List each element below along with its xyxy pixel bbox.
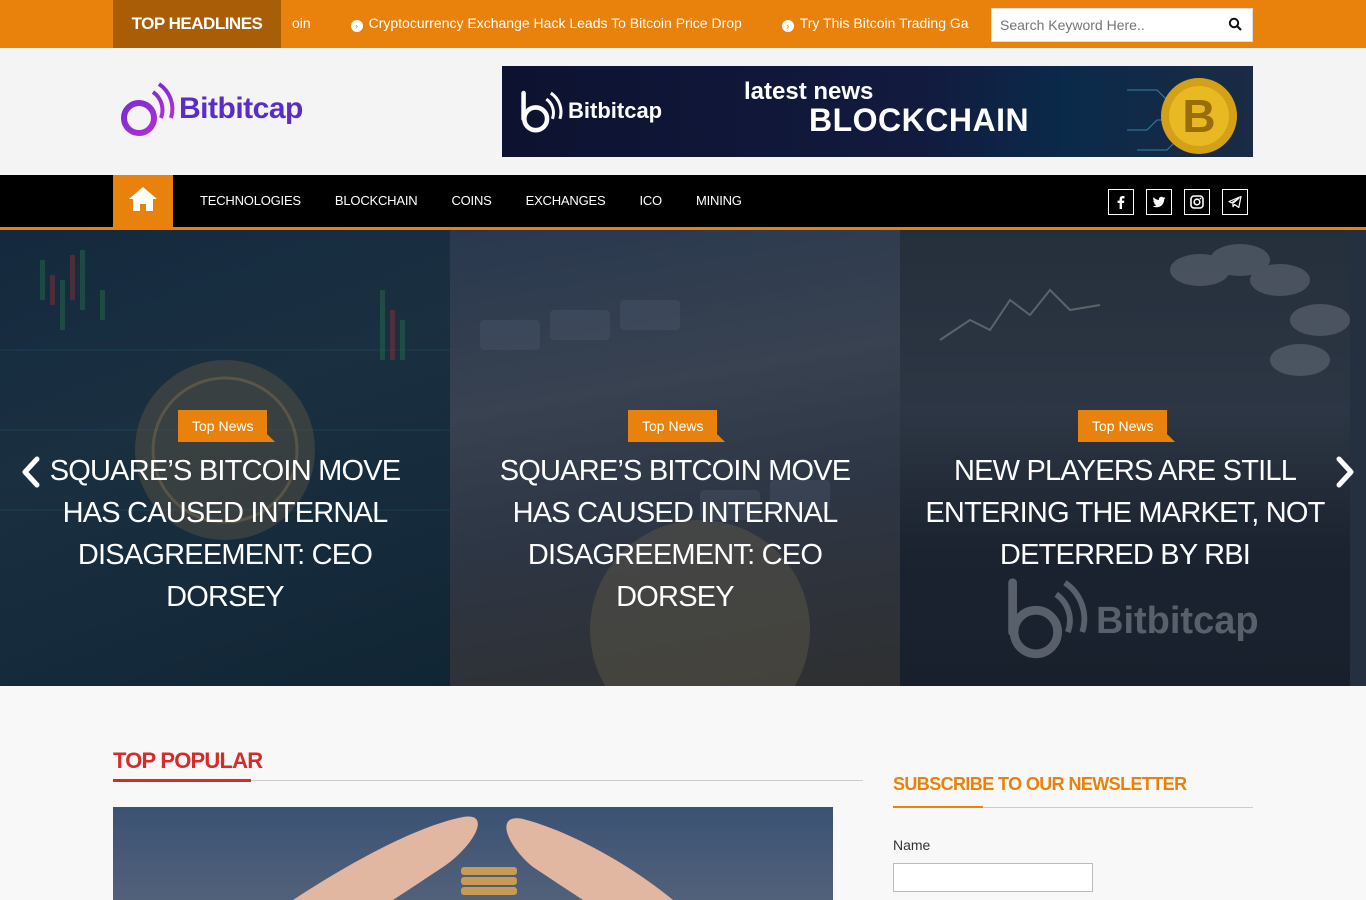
chevron-circle-icon: › xyxy=(781,20,794,32)
banner-logo-text: Bitbitcap xyxy=(568,98,663,123)
svg-text:B: B xyxy=(1182,90,1215,142)
search-input[interactable] xyxy=(992,9,1212,41)
main-navigation: TECHNOLOGIES BLOCKCHAIN COINS EXCHANGES … xyxy=(0,175,1366,230)
watermark-text: Bitbitcap xyxy=(1096,600,1259,642)
ticker-item[interactable]: oin xyxy=(292,0,311,46)
home-icon xyxy=(129,187,157,211)
watermark-logo: Bitbitcap xyxy=(996,574,1286,664)
main-content: TOP POPULAR SUBSCRIBE TO OUR NEWSLETTER … xyxy=(0,686,1366,900)
search-icon[interactable] xyxy=(1228,17,1242,31)
chevron-circle-icon: › xyxy=(350,20,363,32)
top-headlines-label: TOP HEADLINES xyxy=(113,0,281,48)
featured-slider: Top News SQUARE’S BITCOIN MOVE HAS CAUSE… xyxy=(0,230,1366,686)
instagram-icon xyxy=(1190,195,1204,209)
facebook-icon xyxy=(1117,196,1125,209)
telegram-icon xyxy=(1228,195,1242,209)
hands-coins-image-icon xyxy=(293,816,673,900)
nav-item-technologies[interactable]: TECHNOLOGIES xyxy=(183,175,318,227)
bitcoin-coin-icon: B xyxy=(1127,78,1237,154)
newsletter-name-label: Name xyxy=(893,837,931,853)
newsletter-name-input[interactable] xyxy=(893,863,1093,892)
header-banner-ad[interactable]: Bitbitcap latest news BLOCKCHAIN B xyxy=(502,66,1253,157)
nav-item-blockchain[interactable]: BLOCKCHAIN xyxy=(318,175,435,227)
slide-category-tag[interactable]: Top News xyxy=(178,410,276,442)
slide-title[interactable]: NEW PLAYERS ARE STILL ENTERING THE MARKE… xyxy=(920,450,1330,576)
nav-item-coins[interactable]: COINS xyxy=(434,175,508,227)
facebook-button[interactable] xyxy=(1108,189,1134,215)
featured-article-image[interactable] xyxy=(113,807,833,900)
banner-logo: Bitbitcap xyxy=(516,88,676,138)
slide-card[interactable]: Top News SQUARE’S BITCOIN MOVE HAS CAUSE… xyxy=(0,230,450,686)
section-title-top-popular: TOP POPULAR xyxy=(113,748,263,773)
site-logo[interactable]: Bitbitcap xyxy=(113,78,323,140)
social-links xyxy=(1108,189,1248,215)
logo-mark-icon xyxy=(1008,578,1088,659)
logo-text: Bitbitcap xyxy=(179,92,303,125)
twitter-icon xyxy=(1152,196,1166,208)
instagram-button[interactable] xyxy=(1184,189,1210,215)
chevron-right-icon[interactable] xyxy=(1334,455,1356,489)
nav-item-ico[interactable]: ICO xyxy=(622,175,679,227)
twitter-button[interactable] xyxy=(1146,189,1172,215)
section-title-underline xyxy=(113,779,251,782)
ticker-item[interactable]: › Cryptocurrency Exchange Hack Leads To B… xyxy=(350,0,742,46)
newsletter-title: SUBSCRIBE TO OUR NEWSLETTER xyxy=(893,774,1187,794)
slide-card[interactable]: Top News SQUARE’S BITCOIN MOVE HAS CAUSE… xyxy=(450,230,900,686)
slide-title[interactable]: SQUARE’S BITCOIN MOVE HAS CAUSED INTERNA… xyxy=(470,450,880,618)
telegram-button[interactable] xyxy=(1222,189,1248,215)
ticker-item[interactable]: › Try This Bitcoin Trading Ga xyxy=(781,0,969,46)
logo-mark-icon xyxy=(120,81,175,136)
top-headlines-bar: TOP HEADLINES oin › Cryptocurrency Exchan… xyxy=(0,0,1366,48)
slide-title[interactable]: SQUARE’S BITCOIN MOVE HAS CAUSED INTERNA… xyxy=(20,450,430,618)
slide-card[interactable]: Top News NEW PLAYERS ARE STILL ENTERING … xyxy=(900,230,1350,686)
search-box xyxy=(991,8,1253,42)
newsletter-title-underline xyxy=(893,806,983,808)
banner-line-2: BLOCKCHAIN xyxy=(809,102,1030,138)
chevron-left-icon[interactable] xyxy=(20,455,42,489)
headline-ticker: oin › Cryptocurrency Exchange Hack Leads … xyxy=(292,0,976,48)
home-button[interactable] xyxy=(113,175,173,227)
nav-item-mining[interactable]: MINING xyxy=(679,175,759,227)
slide-category-tag[interactable]: Top News xyxy=(628,410,726,442)
nav-menu: TECHNOLOGIES BLOCKCHAIN COINS EXCHANGES … xyxy=(183,175,759,227)
logo-mark-icon xyxy=(521,90,563,133)
slide-category-tag[interactable]: Top News xyxy=(1078,410,1176,442)
site-header: Bitbitcap Bitbitcap latest news BLOCKCHA… xyxy=(0,48,1366,175)
nav-item-exchanges[interactable]: EXCHANGES xyxy=(509,175,623,227)
